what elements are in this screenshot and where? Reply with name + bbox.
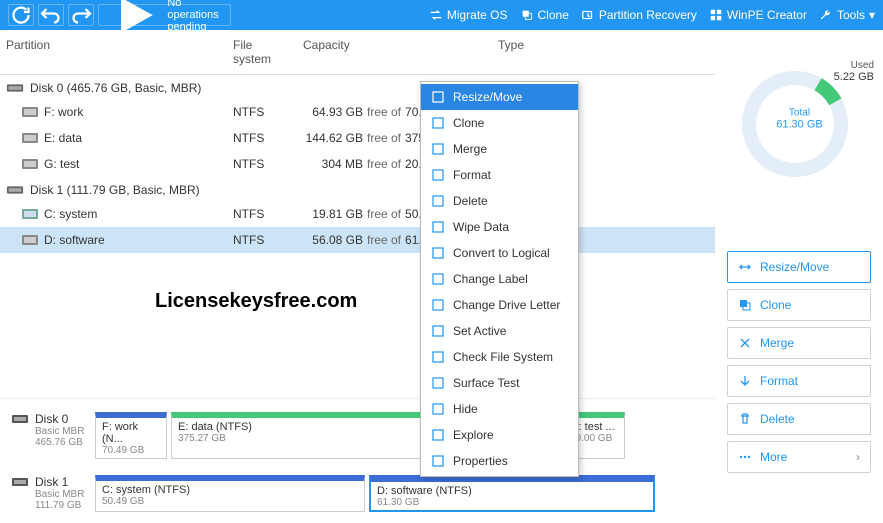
- drive-icon: [22, 133, 38, 143]
- column-capacity[interactable]: Capacity: [297, 30, 492, 74]
- undo-icon: [39, 3, 63, 27]
- context-menu-item[interactable]: Check File System: [421, 344, 578, 370]
- action-icon: [738, 412, 752, 426]
- action-button[interactable]: Merge: [727, 327, 871, 359]
- migrate-os-button[interactable]: Migrate OS: [429, 8, 508, 22]
- context-menu-item[interactable]: Surface Test: [421, 370, 578, 396]
- recovery-icon: [581, 8, 595, 22]
- context-menu-item[interactable]: Clone: [421, 110, 578, 136]
- action-button[interactable]: Delete: [727, 403, 871, 435]
- partition-table: Disk 0 (465.76 GB, Basic, MBR) F: work N…: [0, 75, 715, 398]
- menu-item-icon: [431, 454, 445, 468]
- context-menu-item[interactable]: Change Label: [421, 266, 578, 292]
- context-menu-item[interactable]: Wipe Data: [421, 214, 578, 240]
- menu-item-icon: [431, 194, 445, 208]
- partition-row-selected[interactable]: D: software NTFS 56.08 GBfree of61.3: [0, 227, 715, 253]
- menu-item-icon: [431, 220, 445, 234]
- menu-item-icon: [431, 116, 445, 130]
- right-panel: Used 5.22 GB Total 61.30 GB Resize/Move C…: [715, 30, 883, 523]
- disk-icon: [6, 82, 24, 94]
- disk-map-row[interactable]: Disk 1 Basic MBR 111.79 GB C: system (NT…: [6, 470, 709, 517]
- context-menu-item[interactable]: Convert to Logical: [421, 240, 578, 266]
- partition-row[interactable]: C: system NTFS 19.81 GBfree of50.4 Activ…: [0, 201, 715, 227]
- action-icon: [738, 298, 752, 312]
- winpe-creator-button[interactable]: WinPE Creator: [709, 8, 807, 22]
- context-menu-item[interactable]: Delete: [421, 188, 578, 214]
- usage-donut: Used 5.22 GB Total 61.30 GB: [727, 46, 872, 191]
- total-label: Total: [776, 107, 822, 118]
- context-menu-item[interactable]: Set Active: [421, 318, 578, 344]
- menu-item-icon: [431, 272, 445, 286]
- drive-icon: [22, 159, 38, 169]
- disk-map-partition[interactable]: D: software (NTFS)61.30 GB: [369, 475, 655, 512]
- disk-map: Disk 0 Basic MBR 465.76 GB F: work (N...…: [0, 398, 715, 523]
- total-value: 61.30 GB: [776, 118, 822, 130]
- table-header: Partition File system Capacity Type: [0, 30, 715, 75]
- chevron-right-icon: ›: [856, 450, 860, 464]
- partition-row[interactable]: G: test NTFS 304 MBfree of20.0: [0, 151, 715, 177]
- refresh-button[interactable]: [8, 4, 34, 26]
- context-menu-item[interactable]: Properties: [421, 448, 578, 474]
- windows-icon: [709, 8, 723, 22]
- action-icon: [738, 374, 752, 388]
- action-button[interactable]: More›: [727, 441, 871, 473]
- disk-map-partition[interactable]: F: work (N...70.49 GB: [95, 412, 167, 459]
- column-filesystem[interactable]: File system: [227, 30, 297, 74]
- disk-header[interactable]: Disk 0 (465.76 GB, Basic, MBR): [0, 75, 715, 99]
- menu-item-icon: [431, 402, 445, 416]
- menu-item-icon: [431, 142, 445, 156]
- partition-row[interactable]: F: work NTFS 64.93 GBfree of70.4: [0, 99, 715, 125]
- action-icon: [738, 450, 752, 464]
- menu-item-icon: [431, 324, 445, 338]
- menu-item-icon: [431, 90, 445, 104]
- disk-map-partition[interactable]: C: system (NTFS)50.49 GB: [95, 475, 365, 512]
- column-type[interactable]: Type: [492, 30, 715, 74]
- context-menu-item[interactable]: Explore: [421, 422, 578, 448]
- disk-icon: [11, 412, 29, 426]
- disk-icon: [11, 475, 29, 489]
- refresh-icon: [9, 3, 33, 27]
- chevron-down-icon: ▾: [869, 8, 875, 22]
- clone-button[interactable]: Clone: [520, 8, 569, 22]
- used-label: Used: [834, 60, 874, 71]
- disk-map-row[interactable]: Disk 0 Basic MBR 465.76 GB F: work (N...…: [6, 407, 709, 464]
- context-menu-item[interactable]: Change Drive Letter: [421, 292, 578, 318]
- action-button[interactable]: Format: [727, 365, 871, 397]
- clone-icon: [520, 8, 534, 22]
- menu-item-icon: [431, 376, 445, 390]
- menu-item-icon: [431, 246, 445, 260]
- action-button[interactable]: Resize/Move: [727, 251, 871, 283]
- action-list: Resize/Move Clone Merge Format Delete More›: [727, 251, 871, 473]
- drive-icon: [22, 107, 38, 117]
- pending-operations-button[interactable]: No operations pending: [98, 4, 231, 26]
- action-icon: [738, 260, 752, 274]
- disk-header[interactable]: Disk 1 (111.79 GB, Basic, MBR): [0, 177, 715, 201]
- context-menu: Resize/MoveCloneMergeFormatDeleteWipe Da…: [420, 81, 579, 477]
- menu-item-icon: [431, 428, 445, 442]
- tools-button[interactable]: Tools ▾: [819, 8, 875, 22]
- menu-item-icon: [431, 298, 445, 312]
- drive-icon: [22, 209, 38, 219]
- action-button[interactable]: Clone: [727, 289, 871, 321]
- context-menu-item[interactable]: Hide: [421, 396, 578, 422]
- drive-icon: [22, 235, 38, 245]
- wrench-icon: [819, 8, 833, 22]
- context-menu-item[interactable]: Merge: [421, 136, 578, 162]
- partition-recovery-button[interactable]: Partition Recovery: [581, 8, 697, 22]
- context-menu-item[interactable]: Resize/Move: [421, 84, 578, 110]
- action-icon: [738, 336, 752, 350]
- used-value: 5.22 GB: [834, 71, 874, 83]
- menu-item-icon: [431, 350, 445, 364]
- column-partition[interactable]: Partition: [0, 30, 227, 74]
- pending-label: No operations pending: [167, 0, 221, 33]
- toolbar: No operations pending Migrate OS Clone P…: [0, 0, 883, 30]
- menu-item-icon: [431, 168, 445, 182]
- context-menu-item[interactable]: Format: [421, 162, 578, 188]
- redo-button[interactable]: [68, 4, 94, 26]
- undo-button[interactable]: [38, 4, 64, 26]
- migrate-icon: [429, 8, 443, 22]
- redo-icon: [69, 3, 93, 27]
- disk-icon: [6, 184, 24, 196]
- partition-row[interactable]: E: data NTFS 144.62 GBfree of375: [0, 125, 715, 151]
